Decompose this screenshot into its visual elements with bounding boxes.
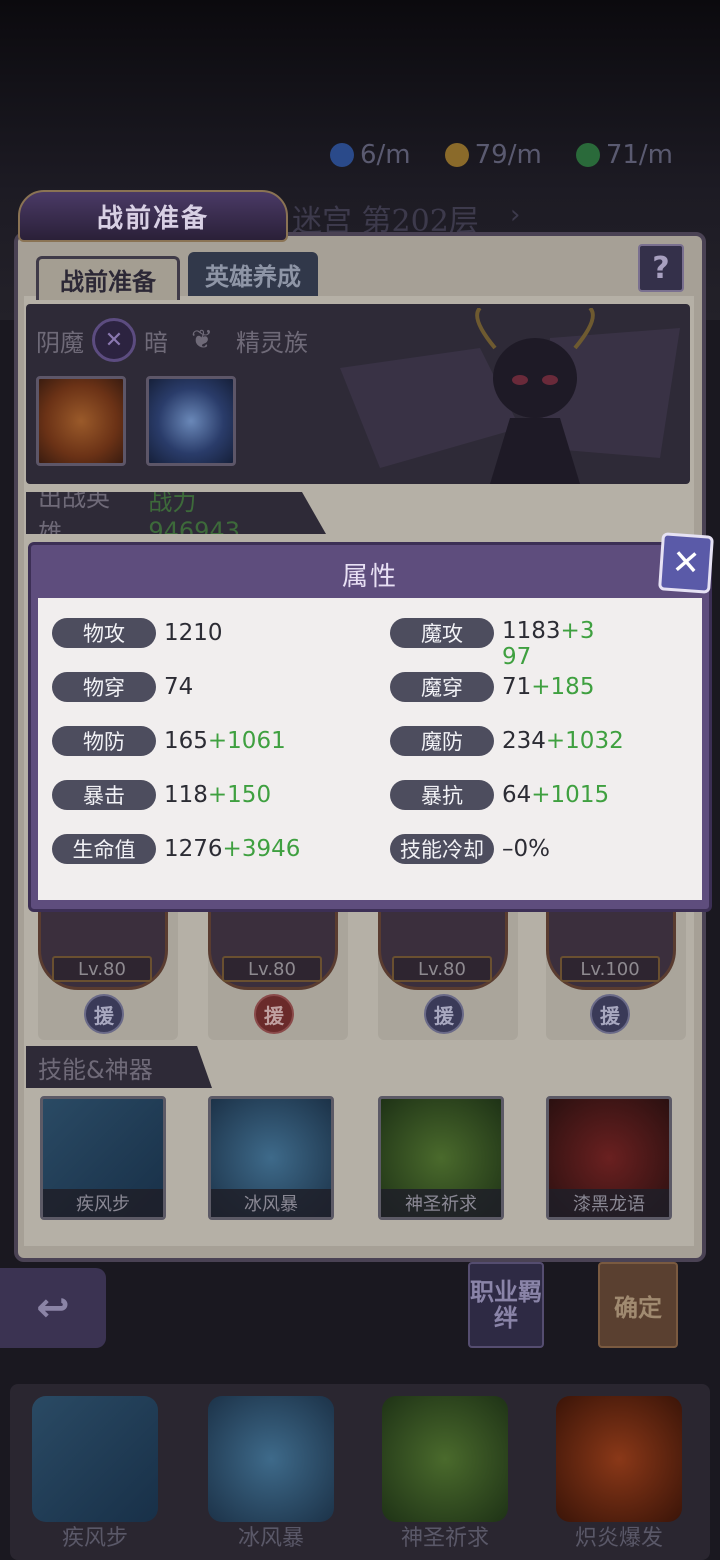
attr-label-mag-atk: 魔攻 [390, 618, 494, 648]
attr-value-mag-pen: 71+185 [502, 674, 595, 700]
bottom-skill-label: 炽炎爆发 [574, 1526, 663, 1551]
attr-label-cooldown: 技能冷却 [390, 834, 494, 864]
attr-value-crit: 118+150 [164, 782, 272, 808]
attr-label-mag-pen: 魔穿 [390, 672, 494, 702]
hero-level: Lv.80 [392, 956, 492, 982]
attribute-popup-title: 属性 [341, 561, 398, 592]
enemy-name: 阴魔 [36, 328, 84, 357]
back-arrow-icon: ↩ [36, 1285, 70, 1331]
resource-bar: 6/m 79/m 71/m [330, 138, 700, 172]
attr-value-phys-atk: 1210 [164, 620, 223, 646]
close-icon: ✕ [670, 542, 702, 584]
attr-value-crit-resist: 64+1015 [502, 782, 610, 808]
gem-icon [330, 143, 354, 167]
assist-badge[interactable]: 援 [590, 994, 630, 1034]
bottom-skill-label: 冰风暴 [237, 1526, 304, 1551]
confirm-button[interactable]: 确定 [598, 1262, 678, 1348]
attr-value-phys-def: 165+1061 [164, 728, 286, 754]
assist-badge[interactable]: 援 [84, 994, 124, 1034]
attr-value-mag-atk: 1183+397 [502, 618, 595, 670]
bottom-skill-holy-prayer[interactable] [382, 1396, 508, 1522]
attr-label-phys-pen: 物穿 [52, 672, 156, 702]
gold-rate: 79/m [474, 140, 542, 170]
bottom-skill-ice-storm[interactable] [208, 1396, 334, 1522]
skill-label: 疾风步 [43, 1189, 163, 1217]
skill-label: 漆黑龙语 [549, 1189, 669, 1217]
job-bond-button[interactable]: 职业羁绊 [468, 1262, 544, 1348]
skill-label: 神圣祈求 [381, 1189, 501, 1217]
back-button[interactable]: ↩ [0, 1268, 106, 1348]
wing-icon: ❦ [191, 325, 213, 355]
hero-level: Lv.100 [560, 956, 660, 982]
gem-resource: 6/m [330, 138, 411, 172]
dark-element-icon: ✕ [92, 318, 136, 362]
assist-badge[interactable]: 援 [254, 994, 294, 1034]
attr-value-phys-pen: 74 [164, 674, 194, 700]
assist-badge[interactable]: 援 [424, 994, 464, 1034]
gold-resource: 79/m [444, 138, 542, 172]
attr-label-mag-def: 魔防 [390, 726, 494, 756]
hero-level: Lv.80 [222, 956, 322, 982]
attr-value-mag-def: 234+1032 [502, 728, 624, 754]
enemy-portrait [340, 308, 680, 484]
skill-slot-holy-prayer[interactable]: 神圣祈求 [378, 1096, 504, 1220]
gem-rate: 6/m [360, 140, 411, 170]
hero-level: Lv.80 [52, 956, 152, 982]
skill-slot-ice-storm[interactable]: 冰风暴 [208, 1096, 334, 1220]
exp-rate: 71/m [605, 140, 673, 170]
attr-label-crit-resist: 暴抗 [390, 780, 494, 810]
exp-icon [575, 143, 600, 167]
gold-icon [444, 143, 469, 167]
attr-label-phys-def: 物防 [52, 726, 156, 756]
skills-section-tag: 技能&神器 [26, 1046, 212, 1088]
attr-value-cooldown: –0% [502, 836, 550, 862]
panel-title: 战前准备 [18, 190, 288, 242]
skill-slot-gale-step[interactable]: 疾风步 [40, 1096, 166, 1220]
enemy-race: 精灵族 [236, 328, 308, 357]
heroes-section-tag: 出战英雄 战力 946943 [26, 492, 326, 534]
attr-label-phys-atk: 物攻 [52, 618, 156, 648]
chevron-right-icon[interactable]: › [510, 200, 520, 230]
bottom-skill-blazing-burst[interactable] [556, 1396, 682, 1522]
skills-label: 技能&神器 [38, 1055, 153, 1084]
bottom-skill-label: 疾风步 [61, 1526, 128, 1551]
skill-slot-dark-dragon[interactable]: 漆黑龙语 [546, 1096, 672, 1220]
enemy-element: 暗 [144, 328, 168, 357]
enemy-skill-skull[interactable] [36, 376, 126, 466]
help-button[interactable]: ? [638, 244, 684, 292]
tab-battle-prep[interactable]: 战前准备 [36, 256, 180, 300]
exp-resource: 71/m [575, 138, 673, 172]
bottom-skill-label: 神圣祈求 [400, 1526, 489, 1551]
skill-label: 冰风暴 [211, 1189, 331, 1217]
attr-label-hp: 生命值 [52, 834, 156, 864]
bottom-skill-gale-step[interactable] [32, 1396, 158, 1522]
enemy-skill-vortex[interactable] [146, 376, 236, 466]
tab-hero-training[interactable]: 英雄养成 [188, 252, 318, 296]
attr-value-hp: 1276+3946 [164, 836, 301, 862]
enemy-info: 阴魔 ✕ 暗 ❦ 精灵族 [36, 318, 308, 362]
close-button[interactable]: ✕ [658, 532, 714, 594]
attr-label-crit: 暴击 [52, 780, 156, 810]
